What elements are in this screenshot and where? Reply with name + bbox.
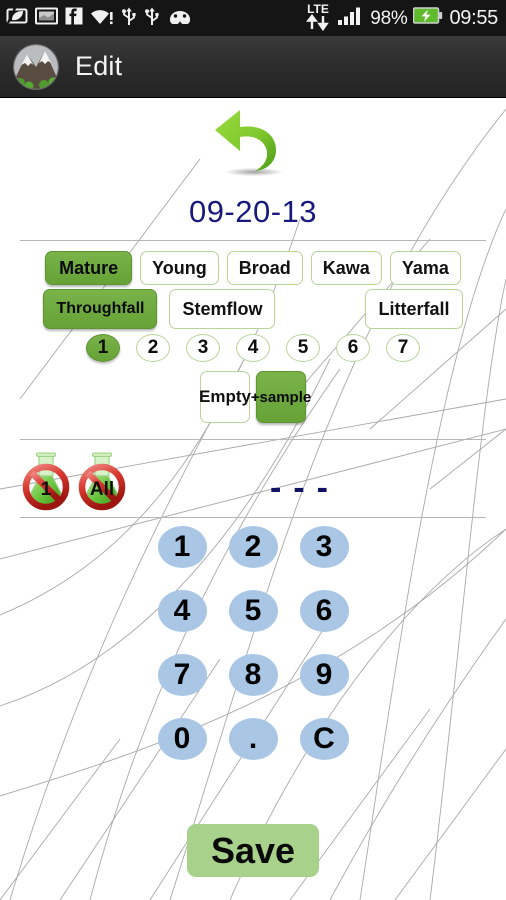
key-4[interactable]: 4: [157, 590, 207, 632]
replicate-4[interactable]: 4: [236, 334, 270, 362]
signal-bars-icon: [338, 7, 364, 30]
main-content: 09-20-13 Mature Young Broad Kawa Yama Th…: [0, 99, 506, 900]
keypad-row-2: 4 5 6: [0, 590, 506, 632]
keypad-row-4: 0 . C: [0, 718, 506, 760]
key-1[interactable]: 1: [157, 526, 207, 568]
date-label: 09-20-13: [188, 194, 318, 229]
leaf-battery-icon: [6, 6, 28, 30]
tag-mature[interactable]: Mature: [45, 251, 133, 285]
mountain-avatar[interactable]: [14, 44, 58, 89]
battery-percent-label: 98%: [370, 7, 408, 29]
replicate-number-row: 1 2 3 4 5 6 7: [0, 334, 506, 362]
svg-text:LTE: LTE: [307, 2, 329, 16]
key-6[interactable]: 6: [299, 590, 349, 632]
value-dash-2: -: [293, 469, 309, 507]
tag-add-sample[interactable]: +sample: [251, 371, 311, 423]
flask-all-label: All: [90, 479, 114, 500]
value-display: - - -: [270, 469, 360, 508]
replicate-2[interactable]: 2: [136, 334, 170, 362]
clock-label: 09:55: [449, 7, 498, 29]
tag-throughfall[interactable]: Throughfall: [43, 289, 158, 329]
action-bar: Edit: [0, 36, 506, 98]
tag-yama[interactable]: Yama: [389, 251, 461, 285]
tag-kawa[interactable]: Kawa: [310, 251, 382, 285]
value-dash-3: -: [316, 469, 332, 507]
keypad-row-1: 1 2 3: [0, 526, 506, 568]
no-flask-icon[interactable]: 1: [18, 451, 74, 513]
tag-empty[interactable]: Empty: [199, 371, 251, 423]
tag-young[interactable]: Young: [140, 251, 219, 285]
flask-1-label: 1: [41, 479, 52, 500]
replicate-7[interactable]: 7: [386, 334, 420, 362]
tag-stemflow[interactable]: Stemflow: [169, 289, 276, 329]
usb-icon-2: [144, 6, 160, 31]
status-bar-system-icons: LTE 98% 09:55: [304, 1, 498, 36]
key-8[interactable]: 8: [228, 654, 278, 696]
battery-charging-icon: [413, 7, 443, 29]
key-clear[interactable]: C: [299, 718, 349, 760]
keypad-row-3: 7 8 9: [0, 654, 506, 696]
key-3[interactable]: 3: [299, 526, 349, 568]
android-cyanogen-icon: [167, 8, 193, 29]
page-title: Edit: [75, 51, 123, 81]
sample-tag-row: Empty +sample: [0, 371, 506, 423]
facebook-icon: [65, 7, 83, 30]
tag-broad[interactable]: Broad: [226, 251, 303, 285]
replicate-3[interactable]: 3: [186, 334, 220, 362]
key-7[interactable]: 7: [157, 654, 207, 696]
stand-tag-row: Mature Young Broad Kawa Yama: [0, 251, 506, 285]
divider-middle: [20, 439, 486, 440]
divider-top: [20, 240, 486, 241]
value-dash-1: -: [270, 469, 286, 507]
undo-arrow-icon[interactable]: [212, 107, 294, 179]
key-decimal[interactable]: .: [228, 718, 278, 760]
key-5[interactable]: 5: [228, 590, 278, 632]
key-9[interactable]: 9: [299, 654, 349, 696]
tag-litterfall[interactable]: Litterfall: [365, 289, 463, 329]
no-flask-all-icon[interactable]: All: [74, 451, 130, 513]
lte-data-icon: LTE: [304, 1, 332, 36]
replicate-1[interactable]: 1: [86, 334, 120, 362]
numeric-keypad: 1 2 3 4 5 6 7 8 9 0 . C: [0, 526, 506, 782]
status-bar-notification-icons: [6, 6, 193, 31]
flux-tag-row: Throughfall Stemflow Litterfall: [0, 289, 506, 329]
image-icon: [35, 7, 58, 30]
status-bar: LTE 98% 09:55: [0, 0, 506, 36]
save-button[interactable]: Save: [187, 824, 319, 877]
key-0[interactable]: 0: [157, 718, 207, 760]
wifi-alert-icon: [90, 7, 114, 30]
key-2[interactable]: 2: [228, 526, 278, 568]
usb-icon: [121, 6, 137, 31]
divider-bottom: [20, 517, 486, 518]
replicate-5[interactable]: 5: [286, 334, 320, 362]
replicate-6[interactable]: 6: [336, 334, 370, 362]
